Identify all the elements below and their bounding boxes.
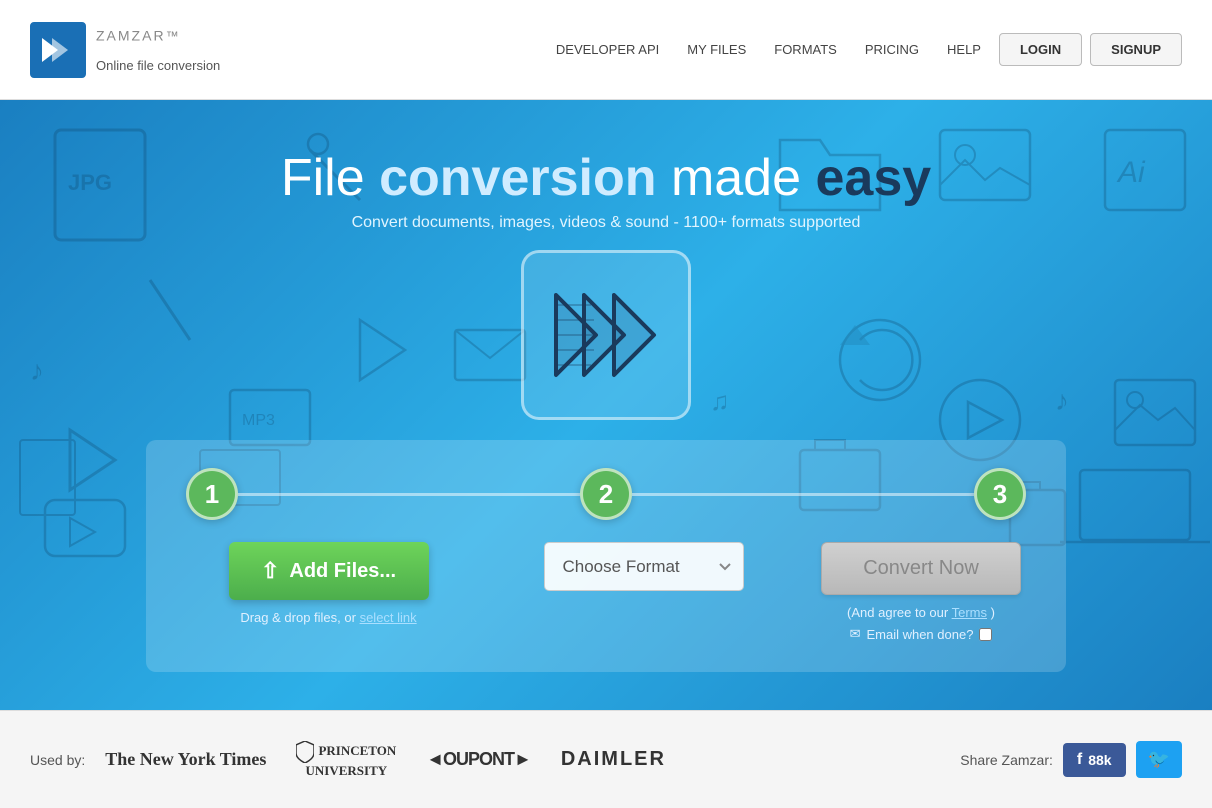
terms-link[interactable]: Terms	[952, 605, 987, 620]
logo-tagline: Online file conversion	[96, 58, 220, 73]
step-line-1	[238, 493, 580, 496]
hero-section: JPG ♪ MP3 ♫ Ai	[0, 100, 1212, 710]
drag-drop-text: Drag & drop files, or select link	[240, 610, 416, 625]
svg-text:♪: ♪	[30, 355, 44, 386]
svg-text:♪: ♪	[1055, 385, 1069, 416]
fb-icon: f	[1077, 751, 1082, 769]
title-accent: conversion	[379, 149, 656, 207]
actions-row: ⇧ Add Files... Drag & drop files, or sel…	[186, 542, 1026, 642]
nav: DEVELOPER API MY FILES FORMATS PRICING H…	[546, 33, 1182, 66]
step-1-circle: 1	[186, 468, 238, 520]
svg-text:MP3: MP3	[242, 412, 275, 429]
center-logo	[521, 250, 691, 420]
terms-pre: (And agree to our	[847, 605, 948, 620]
partner-daimler: DAIMLER	[561, 748, 666, 771]
format-select[interactable]: Choose Format MP3 MP4 PDF JPG PNG DOCX	[544, 542, 744, 591]
logo-text-area: ZAMZAR™ Online file conversion	[96, 26, 220, 73]
hero-subtitle: Convert documents, images, videos & soun…	[352, 214, 861, 232]
title-bold: easy	[815, 149, 931, 207]
nav-my-files[interactable]: MY FILES	[677, 36, 756, 63]
hero-title: File conversion made easy	[281, 148, 931, 208]
fb-count: 88k	[1088, 752, 1111, 768]
nav-pricing[interactable]: PRICING	[855, 36, 929, 63]
add-files-button[interactable]: ⇧ Add Files...	[229, 542, 429, 600]
facebook-share-button[interactable]: f 88k	[1063, 743, 1126, 777]
nav-formats[interactable]: FORMATS	[764, 36, 847, 63]
svg-text:JPG: JPG	[68, 170, 112, 195]
step-2-circle: 2	[580, 468, 632, 520]
email-icon: ✉	[850, 626, 861, 642]
share-area: Share Zamzar: f 88k 🐦	[960, 741, 1182, 778]
brand-name: ZAMZAR	[96, 28, 166, 44]
share-label: Share Zamzar:	[960, 752, 1053, 768]
step-line-2	[632, 493, 974, 496]
email-checkbox[interactable]	[979, 628, 992, 641]
login-button[interactable]: LOGIN	[999, 33, 1082, 66]
logo-brand: ZAMZAR™	[96, 26, 220, 58]
nav-help[interactable]: HELP	[937, 36, 991, 63]
used-by-label: Used by:	[30, 752, 85, 768]
step-3-circle: 3	[974, 468, 1026, 520]
add-files-label: Add Files...	[289, 560, 396, 583]
svg-text:Ai: Ai	[1116, 156, 1146, 189]
convert-now-button[interactable]: Convert Now	[821, 542, 1021, 595]
drag-drop-label: Drag & drop files, or	[240, 610, 356, 625]
step3-col: Convert Now (And agree to our Terms ) ✉ …	[756, 542, 1026, 642]
header: ZAMZAR™ Online file conversion DEVELOPER…	[0, 0, 1212, 100]
title-pre: File	[281, 149, 379, 207]
logo-icon	[30, 22, 86, 78]
step1-col: ⇧ Add Files... Drag & drop files, or sel…	[186, 542, 471, 625]
select-link[interactable]: select link	[360, 610, 417, 625]
partner-nyt: The New York Times	[105, 749, 266, 770]
terms-text: (And agree to our Terms )	[847, 605, 995, 620]
step2-col: Choose Format MP3 MP4 PDF JPG PNG DOCX	[471, 542, 756, 591]
email-row: ✉ Email when done?	[850, 626, 993, 642]
signup-button[interactable]: SIGNUP	[1090, 33, 1182, 66]
logo-area: ZAMZAR™ Online file conversion	[30, 22, 220, 78]
twitter-share-button[interactable]: 🐦	[1136, 741, 1182, 778]
title-mid: made	[657, 149, 816, 207]
partners: The New York Times PRINCETONUNIVERSITY ◄…	[105, 741, 960, 779]
terms-end: )	[991, 605, 995, 620]
email-label: Email when done?	[866, 627, 973, 642]
conversion-box: 1 2 3 ⇧ Add Files... Drag & drop files, …	[146, 440, 1066, 672]
nav-developer-api[interactable]: DEVELOPER API	[546, 36, 669, 63]
partner-princeton: PRINCETONUNIVERSITY	[296, 741, 396, 779]
footer: Used by: The New York Times PRINCETONUNI…	[0, 710, 1212, 808]
trademark: ™	[166, 29, 181, 44]
svg-text:♫: ♫	[710, 386, 730, 416]
upload-icon: ⇧	[261, 558, 279, 584]
steps-row: 1 2 3	[186, 468, 1026, 520]
twitter-icon: 🐦	[1148, 749, 1170, 769]
partner-dupont: ◄OUPONT►	[426, 749, 531, 770]
